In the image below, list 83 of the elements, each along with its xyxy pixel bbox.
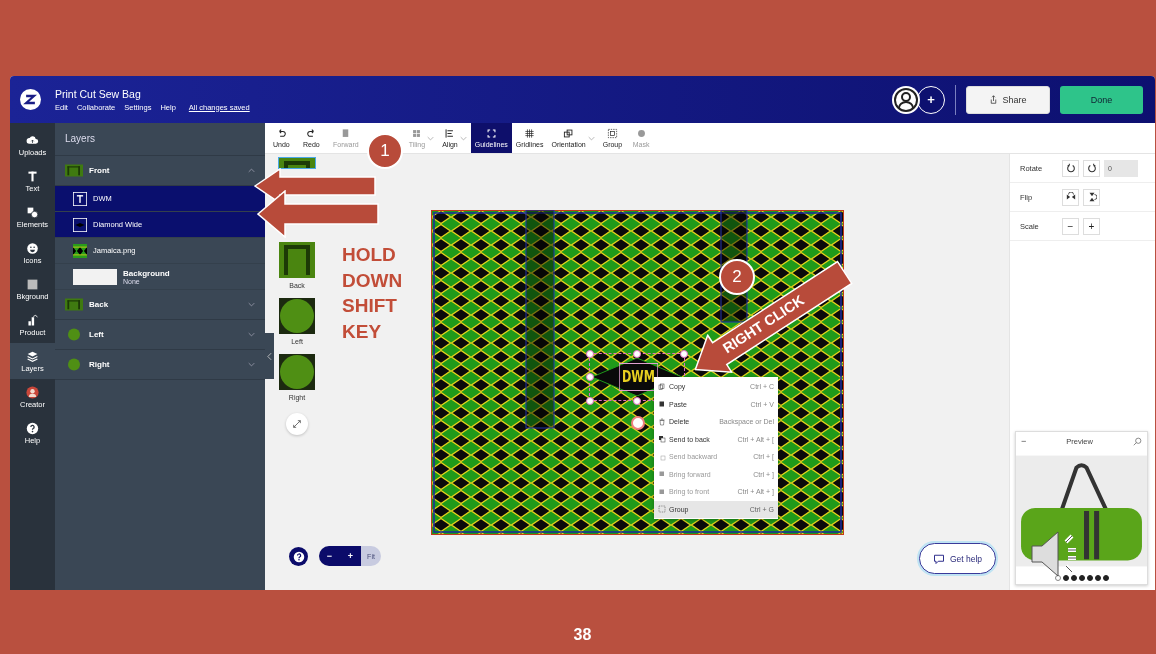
thumbnail [278,241,316,279]
rotate-left-button[interactable] [1062,159,1079,177]
thumbnail [278,353,316,391]
upload-icon [26,133,39,147]
trash-icon [658,417,666,426]
help-icon [26,421,39,435]
zoom-button[interactable]: + [340,546,361,566]
resize-handle[interactable] [586,397,594,405]
thumbnail [65,298,83,311]
minimize-button[interactable]: − [1021,436,1027,446]
chevron-down-icon [587,135,595,141]
chevron-down-icon [427,135,435,141]
layer-group-header[interactable]: Left [55,320,265,350]
avatar-icon [26,385,39,399]
logo-icon [20,89,41,110]
layer-group-header[interactable]: Back [55,290,265,320]
page-number: 38 [572,625,593,645]
text-icon [73,191,87,206]
carousel-dot[interactable] [1086,575,1093,581]
flip-vertical-button[interactable] [1083,188,1100,206]
rotate-right-button[interactable] [1083,159,1100,177]
expand-button[interactable] [286,413,308,435]
chat-bubble-icon [932,552,945,565]
group-icon [658,505,666,514]
frame-corners-icon [485,128,497,139]
chevron-down-icon [248,332,255,337]
thumbnail [278,297,316,335]
user-avatar-icon[interactable] [891,84,921,115]
text-icon [26,169,39,183]
help-button[interactable] [289,547,308,566]
layer-group-header[interactable]: Right [55,350,265,380]
diagonal-arrows-icon [292,419,302,429]
rotate-right-icon [1086,163,1097,173]
chevron-down-icon [248,302,255,307]
product-icon [26,313,39,327]
done-button[interactable]: Done [1060,85,1143,114]
resize-handle[interactable] [633,397,641,405]
resize-handle[interactable] [586,373,594,381]
chevron-up-icon [248,168,255,173]
zoom-button[interactable]: − [319,546,340,566]
rotate-left-icon [1065,163,1076,173]
image-thumbnail [73,243,87,258]
get-help-button[interactable]: Get help [919,543,996,574]
paste-icon [658,400,666,409]
resize-handle[interactable] [633,350,641,358]
scale-button[interactable]: + [1083,217,1100,235]
carousel-dot[interactable] [1062,575,1069,581]
add-collaborator-button[interactable]: + [917,85,945,114]
instruction-text: HOLD DOWN SHIFT KEY [342,243,404,344]
scale-button[interactable]: − [1062,217,1079,235]
tiles-icon [411,128,423,139]
chevron-down-icon [459,135,467,141]
chevron-left-icon [267,351,272,361]
redo-icon [305,128,317,139]
document-title: Print Cut Sew Bag [55,87,142,100]
layers-icon [26,349,39,363]
resize-handle[interactable] [680,350,688,358]
overlapping-squares-icon [563,128,575,139]
thumbnail [65,358,83,371]
shapes-icon [26,205,39,219]
align-icon [444,128,456,139]
group-icon [606,128,618,139]
help-icon [291,549,306,564]
resize-handle[interactable] [586,350,594,358]
empty-swatch [73,268,117,285]
thumbnail [65,164,83,177]
grid-icon [524,128,536,139]
flip-horizontal-button[interactable] [1062,188,1079,206]
smiley-icon [26,241,39,255]
chevron-down-icon [248,362,255,367]
carousel-dot[interactable] [1094,575,1101,581]
send-back-icon [658,435,666,444]
carousel-dot[interactable] [1070,575,1077,581]
share-button[interactable]: Share [966,85,1050,114]
circle-icon [635,128,647,139]
search-icon[interactable] [1133,436,1142,446]
share-icon [989,95,999,104]
copy-icon [658,382,666,391]
thumbnail [65,328,83,341]
flip-horizontal-icon [1065,192,1076,202]
carousel-dot[interactable] [1102,575,1109,581]
square-icon [26,277,39,291]
carousel-dot[interactable] [1078,575,1085,581]
